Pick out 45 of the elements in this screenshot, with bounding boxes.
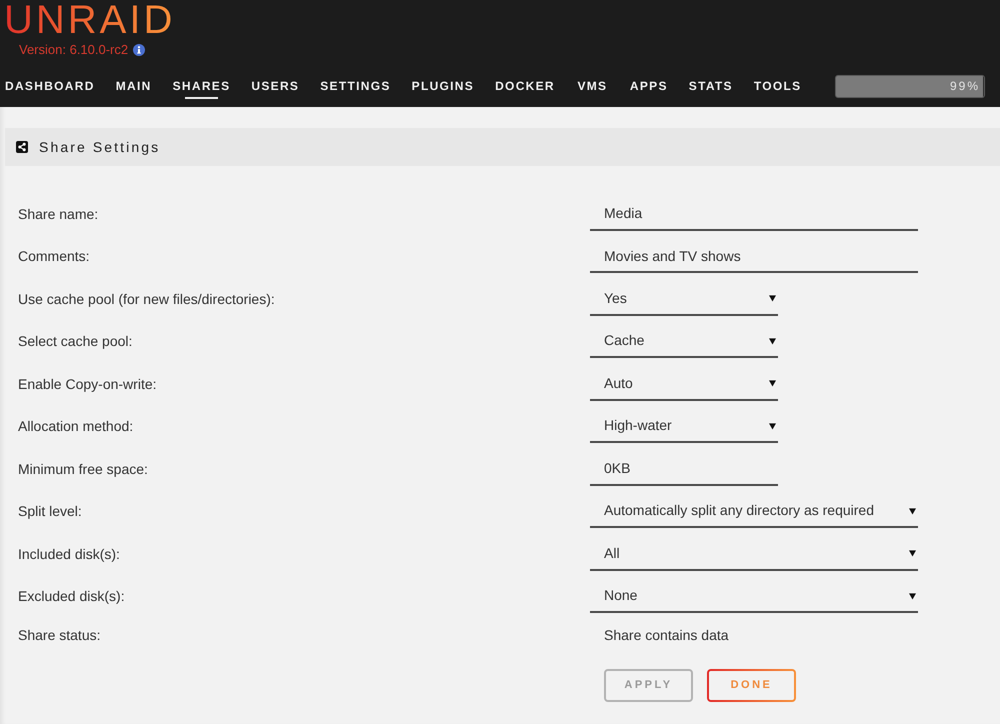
nav-tab[interactable]: USERS [251,73,300,99]
caret-icon [769,422,776,430]
nav-tab[interactable]: SHARES [172,73,230,99]
nav-tab[interactable]: PLUGINS [412,73,474,99]
select-dropdown[interactable]: Cache [590,325,778,358]
nav-tab[interactable]: DASHBOARD [5,73,95,99]
field-label: Share status: [18,626,100,644]
panel-title: Share Settings [39,138,160,157]
caret-icon [769,336,776,345]
nav-tab[interactable]: TOOLS [754,73,802,99]
select-dropdown[interactable]: High-water [590,410,778,444]
nav-tab[interactable]: STATS [688,73,733,99]
field-label: Use cache pool (for new files/directories): [18,290,275,309]
share-icon [16,141,28,153]
field-label: Select cache pool: [18,332,132,352]
nav-tab[interactable]: MAIN [116,73,152,99]
field-label: Comments: [18,247,90,266]
text-input[interactable]: Movies and TV shows [590,240,918,274]
select-dropdown[interactable]: Yes [590,282,778,316]
caret-icon [909,549,916,558]
text-input[interactable]: 0KB [590,452,778,486]
select-dropdown[interactable]: Auto [590,368,778,401]
status-text: Share contains data [604,626,729,644]
nav-tab[interactable]: DOCKER [495,73,555,99]
info-icon[interactable] [133,44,146,56]
caret-icon [909,592,916,600]
field-label: Minimum free space: [18,460,148,479]
select-dropdown[interactable]: All [590,538,918,571]
field-label: Enable Copy-on-write: [18,374,157,394]
select-dropdown[interactable]: None [590,580,918,614]
field-label: Split level: [18,502,82,522]
version-text: Version: 6.10.0-rc2 [19,41,128,60]
caret-icon [909,506,916,515]
text-input[interactable]: Media [590,198,918,231]
nav-tab[interactable]: SETTINGS [320,73,391,99]
select-dropdown[interactable]: Automatically split any directory as required [590,495,918,528]
nav-tab[interactable]: APPS [630,73,668,99]
caret-icon [769,379,776,388]
field-label: Excluded disk(s): [18,587,125,606]
field-label: Allocation method: [18,417,134,436]
caret-icon [769,294,776,302]
nav-tab[interactable]: VMS [576,73,609,99]
usage-reading: 99% [950,78,980,94]
field-label: Included disk(s): [18,544,120,564]
field-label: Share name: [18,204,98,224]
